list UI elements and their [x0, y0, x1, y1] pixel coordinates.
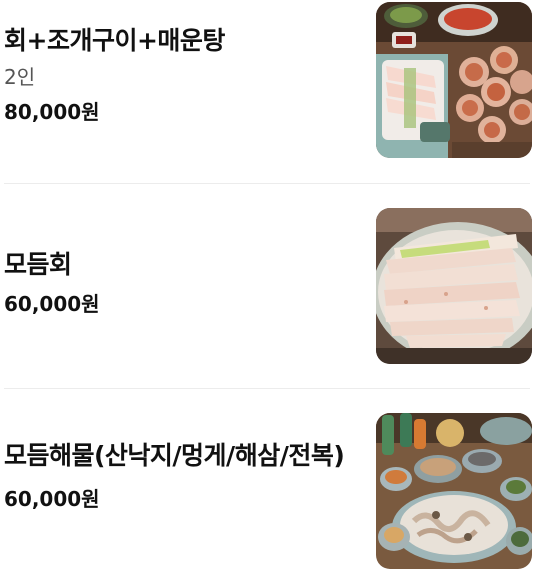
menu-item[interactable]: 모듬회 60,000원	[0, 184, 534, 389]
menu-item-info: 회+조개구이+매운탕 2인 80,000원	[4, 22, 354, 130]
menu-item-info: 모듬회 60,000원	[4, 246, 354, 322]
menu-item-name: 모듬해물(산낙지/멍게/해삼/전복)	[4, 441, 345, 470]
menu-item-name: 회+조개구이+매운탕	[4, 26, 225, 55]
menu-item[interactable]: 회+조개구이+매운탕 2인 80,000원	[0, 0, 534, 184]
menu-item-description: 2인	[4, 65, 36, 89]
menu-item-price: 60,000원	[4, 487, 100, 511]
menu-item-price: 60,000원	[4, 292, 100, 316]
menu-item[interactable]: 모듬해물(산낙지/멍게/해삼/전복) 60,000원	[0, 389, 534, 577]
assorted-seafood-photo	[376, 413, 532, 569]
menu-list: 회+조개구이+매운탕 2인 80,000원 모듬회 60,000원 모듬해물(산…	[0, 0, 534, 577]
platter-sashimi-grilled-clams-photo	[376, 2, 532, 158]
menu-item-name: 모듬회	[4, 250, 72, 279]
menu-item-photo[interactable]	[376, 208, 532, 364]
menu-item-price: 80,000원	[4, 100, 100, 124]
assorted-sashimi-photo	[376, 208, 532, 364]
menu-item-photo[interactable]	[376, 413, 532, 569]
menu-item-info: 모듬해물(산낙지/멍게/해삼/전복) 60,000원	[4, 437, 354, 517]
menu-item-photo[interactable]	[376, 2, 532, 158]
